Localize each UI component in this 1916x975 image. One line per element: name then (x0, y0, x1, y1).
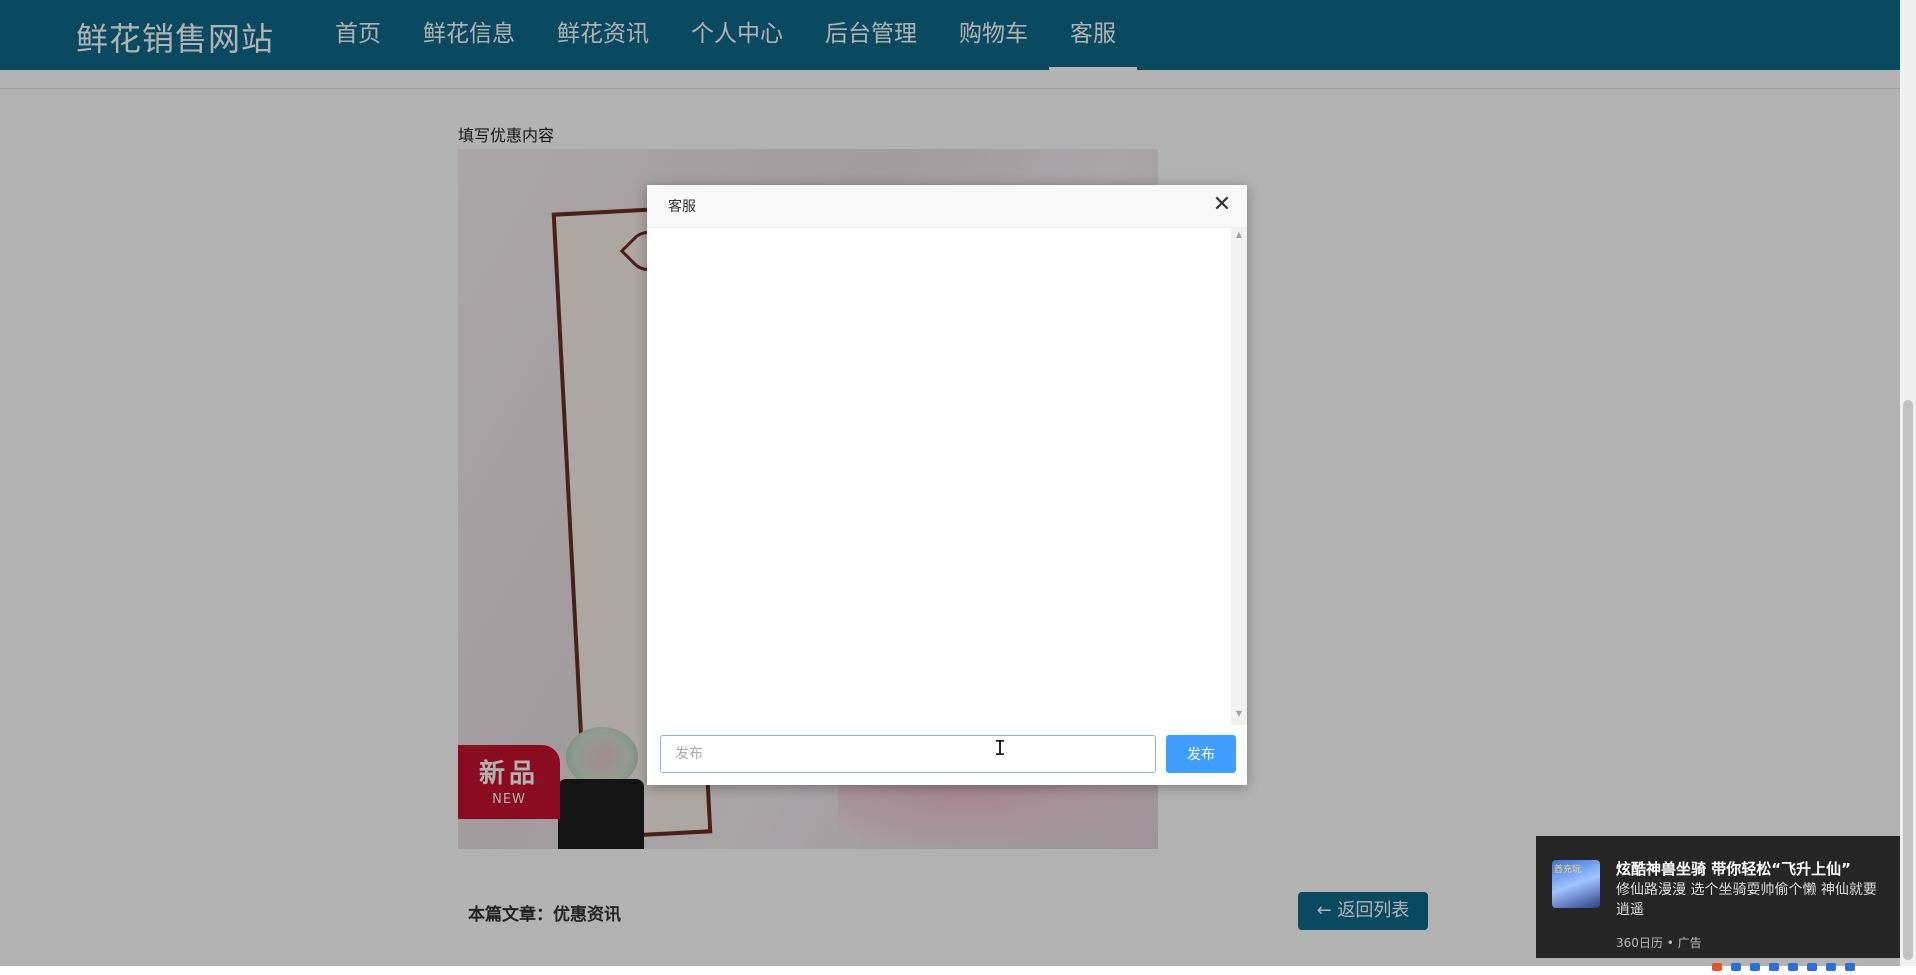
tray-icon[interactable] (1712, 963, 1722, 971)
chat-messages-area: ▲ ▼ (647, 228, 1247, 725)
tray-icon[interactable] (1750, 963, 1760, 971)
dialog-title: 客服 (668, 199, 696, 215)
close-icon[interactable]: ✕ (1209, 192, 1235, 218)
tray-icon[interactable] (1807, 963, 1817, 971)
tray-icon[interactable] (1826, 963, 1836, 971)
ad-body: 修仙路漫漫 选个坐骑耍帅偷个懒 神仙就要逍遥 (1616, 882, 1877, 918)
dialog-header: 客服 ✕ (647, 185, 1247, 228)
ad-meta: 360日历 • 广告 (1616, 936, 1702, 950)
scroll-up-icon[interactable]: ▲ (1231, 230, 1247, 244)
page-scrollbar-thumb[interactable] (1903, 400, 1913, 960)
customer-service-dialog: 客服 ✕ ▲ ▼ 发布 (647, 185, 1247, 785)
tray-icon[interactable] (1845, 963, 1855, 971)
system-tray (1712, 956, 1900, 971)
tray-icon[interactable] (1731, 963, 1741, 971)
send-button[interactable]: 发布 (1166, 735, 1236, 773)
ad-popup[interactable]: 首充玩 炫酷神兽坐骑 带你轻松“飞升上仙” 修仙路漫漫 选个坐骑耍帅偷个懒 神仙… (1536, 836, 1900, 958)
ad-thumbnail: 首充玩 (1552, 860, 1600, 908)
tray-icon[interactable] (1769, 963, 1779, 971)
ad-title[interactable]: 炫酷神兽坐骑 带你轻松“飞升上仙” (1616, 858, 1851, 879)
message-input[interactable] (660, 735, 1156, 773)
ad-thumb-tag: 首充玩 (1554, 865, 1582, 875)
tray-icon[interactable] (1788, 963, 1798, 971)
scroll-down-icon[interactable]: ▼ (1231, 709, 1247, 723)
page-scrollbar[interactable] (1900, 0, 1916, 966)
text-cursor-icon: I (994, 736, 1007, 760)
dialog-footer: 发布 (647, 725, 1247, 785)
chat-scrollbar[interactable]: ▲ ▼ (1231, 228, 1247, 725)
